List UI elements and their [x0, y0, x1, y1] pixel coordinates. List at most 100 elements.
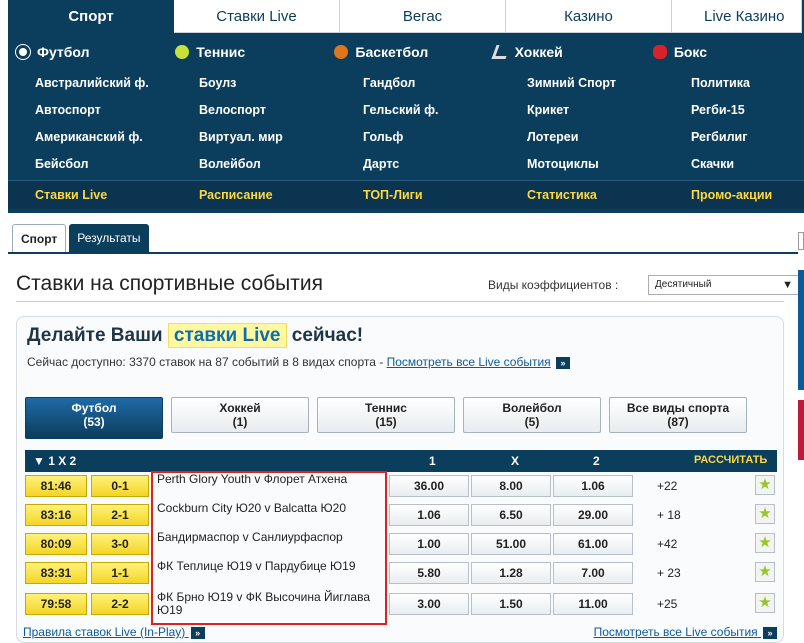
- tab-casino[interactable]: Казино: [506, 0, 672, 33]
- sport-boxing[interactable]: Бокс: [645, 44, 804, 60]
- live-headline-highlight: ставки Live: [167, 323, 287, 348]
- event-time: 83:16: [25, 504, 87, 526]
- event-score: 2-2: [91, 593, 149, 615]
- sport-link[interactable]: Регби-15: [691, 97, 804, 124]
- side-banner-edge: [798, 400, 804, 460]
- event-time: 79:58: [25, 593, 87, 615]
- view-all-live-footer-link[interactable]: Посмотреть все Live события »: [594, 625, 777, 639]
- sport-tennis[interactable]: Теннис: [167, 44, 326, 60]
- live-headline-post: сейчас!: [291, 325, 364, 346]
- live-sport-all[interactable]: Все виды спорта (87): [609, 397, 747, 433]
- link-promotions[interactable]: Промо-акции: [691, 181, 804, 210]
- live-sport-count: (87): [667, 415, 689, 429]
- odds-format-select[interactable]: Десятичный ▼: [648, 275, 800, 295]
- favorite-star-icon[interactable]: ★: [755, 593, 775, 613]
- sport-link[interactable]: Дартс: [363, 151, 527, 178]
- odd-home[interactable]: 3.00: [389, 593, 469, 615]
- odd-away[interactable]: 61.00: [553, 533, 633, 555]
- event-name[interactable]: Бандирмаспор v Санлиурфаспор: [157, 530, 385, 558]
- favorite-star-icon[interactable]: ★: [755, 475, 775, 495]
- favorite-star-icon[interactable]: ★: [755, 533, 775, 553]
- table-row: 80:09 3-0 Бандирмаспор v Санлиурфаспор 1…: [25, 530, 777, 558]
- more-markets[interactable]: +25: [657, 597, 677, 611]
- event-name[interactable]: ФК Теплице Ю19 v Пардубице Ю19: [157, 559, 385, 587]
- odd-away[interactable]: 1.06: [553, 475, 633, 497]
- live-rules-link[interactable]: Правила ставок Live (In-Play) »: [23, 625, 205, 639]
- more-markets[interactable]: +42: [657, 537, 677, 551]
- link-live-bets[interactable]: Ставки Live: [35, 181, 199, 210]
- double-arrow-icon: »: [556, 356, 571, 369]
- odd-home[interactable]: 1.00: [389, 533, 469, 555]
- favorite-star-icon[interactable]: ★: [755, 562, 775, 582]
- odd-draw[interactable]: 6.50: [471, 504, 551, 526]
- tab-live-bets[interactable]: Ставки Live: [174, 0, 340, 33]
- sport-link[interactable]: Бейсбол: [35, 151, 199, 178]
- sport-link[interactable]: Австралийский ф.: [35, 70, 199, 97]
- page-title: Ставки на спортивные события: [16, 272, 323, 295]
- sport-link[interactable]: Боулз: [199, 70, 363, 97]
- tab-sport[interactable]: Спорт: [8, 0, 174, 33]
- sport-link[interactable]: Скачки: [691, 151, 804, 178]
- more-markets[interactable]: +22: [657, 479, 677, 493]
- market-selector[interactable]: ▼ 1 X 2: [33, 454, 76, 468]
- odd-draw[interactable]: 1.50: [471, 593, 551, 615]
- link-schedule[interactable]: Расписание: [199, 181, 363, 210]
- sport-link[interactable]: Волейбол: [199, 151, 363, 178]
- odd-away[interactable]: 11.00: [553, 593, 633, 615]
- odd-draw[interactable]: 51.00: [471, 533, 551, 555]
- sport-link[interactable]: Лотереи: [527, 124, 691, 151]
- sport-link[interactable]: Регбилиг: [691, 124, 804, 151]
- sport-hockey[interactable]: Хоккей: [486, 44, 645, 60]
- sport-link[interactable]: Гандбол: [363, 70, 527, 97]
- view-all-live-link[interactable]: Посмотреть все Live события: [387, 355, 551, 369]
- more-markets[interactable]: + 18: [657, 508, 681, 522]
- live-sport-volleyball[interactable]: Волейбол (5): [463, 397, 601, 433]
- sport-link[interactable]: Виртуал. мир: [199, 124, 363, 151]
- odd-home[interactable]: 36.00: [389, 475, 469, 497]
- tab-live-casino[interactable]: Live Казино: [672, 0, 802, 33]
- sport-link[interactable]: Политика: [691, 70, 804, 97]
- hockey-stick-icon: [491, 44, 511, 59]
- sport-link[interactable]: Зимний Спорт: [527, 70, 691, 97]
- odd-draw[interactable]: 8.00: [471, 475, 551, 497]
- odd-home[interactable]: 5.80: [389, 562, 469, 584]
- side-banner-edge: [798, 270, 804, 390]
- odd-draw[interactable]: 1.28: [471, 562, 551, 584]
- live-sport-label: Хоккей: [219, 401, 261, 415]
- sport-link[interactable]: Мотоциклы: [527, 151, 691, 178]
- live-sport-hockey[interactable]: Хоккей (1): [171, 397, 309, 433]
- sport-link[interactable]: Крикет: [527, 97, 691, 124]
- link-statistics[interactable]: Статистика: [527, 181, 691, 210]
- sport-link[interactable]: Гольф: [363, 124, 527, 151]
- sport-link[interactable]: Гельский ф.: [363, 97, 527, 124]
- more-markets[interactable]: + 23: [657, 566, 681, 580]
- link-top-leagues[interactable]: ТОП-Лиги: [363, 181, 527, 210]
- event-name[interactable]: Cockburn City Ю20 v Balcatta Ю20: [157, 501, 385, 529]
- event-score: 2-1: [91, 504, 149, 526]
- calculate-button[interactable]: РАССЧИТАТЬ: [694, 454, 767, 466]
- odd-home[interactable]: 1.06: [389, 504, 469, 526]
- favorite-star-icon[interactable]: ★: [755, 504, 775, 524]
- live-sport-tennis[interactable]: Теннис (15): [317, 397, 455, 433]
- sports-subgrid: Австралийский ф. Боулз Гандбол Зимний Сп…: [8, 70, 804, 178]
- odds-format-value: Десятичный: [655, 279, 712, 290]
- sport-football[interactable]: Футбол: [8, 44, 167, 60]
- live-sport-football[interactable]: Футбол (53): [25, 397, 163, 439]
- subtab-results[interactable]: Результаты: [69, 224, 149, 252]
- subtab-sport[interactable]: Спорт: [12, 224, 67, 252]
- dropdown-arrow-icon: ▼: [782, 279, 793, 291]
- sport-link[interactable]: Автоспорт: [35, 97, 199, 124]
- main-tabs: Спорт Ставки Live Вегас Казино Live Кази…: [8, 0, 804, 33]
- sport-basketball[interactable]: Баскетбол: [326, 44, 485, 60]
- double-arrow-icon: »: [763, 626, 777, 639]
- nav-bottom-links: Ставки Live Расписание ТОП-Лиги Статисти…: [8, 180, 804, 209]
- tab-vegas[interactable]: Вегас: [340, 0, 506, 33]
- sport-link[interactable]: Американский ф.: [35, 124, 199, 151]
- odd-away[interactable]: 7.00: [553, 562, 633, 584]
- sport-link[interactable]: Велоспорт: [199, 97, 363, 124]
- basketball-icon: [334, 44, 349, 59]
- odd-away[interactable]: 29.00: [553, 504, 633, 526]
- event-name[interactable]: ФК Брно Ю19 v ФК Высочина Йиглава Ю19: [157, 590, 385, 618]
- odds-format-label: Виды коэффициентов :: [488, 278, 619, 292]
- event-name[interactable]: Perth Glory Youth v Флорет Атхена: [157, 472, 385, 500]
